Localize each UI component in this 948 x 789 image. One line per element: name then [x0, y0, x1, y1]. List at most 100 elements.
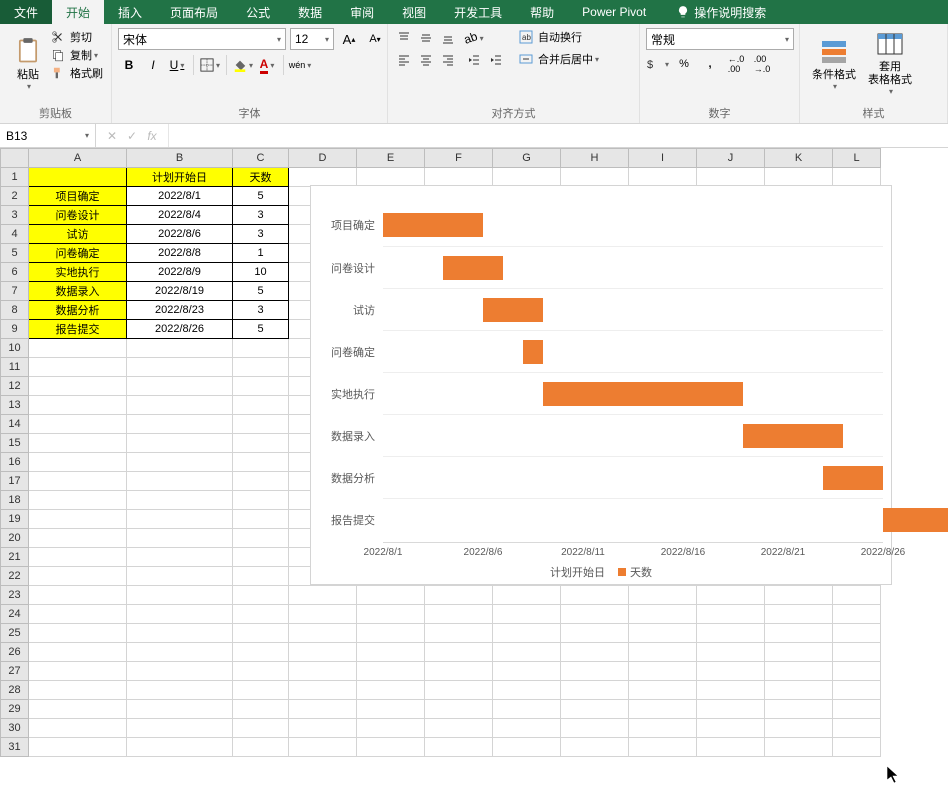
- cell[interactable]: [29, 358, 127, 377]
- cell[interactable]: [289, 643, 357, 662]
- cell[interactable]: [127, 491, 233, 510]
- cell[interactable]: [493, 719, 561, 738]
- cell[interactable]: 试访: [29, 225, 127, 244]
- decrease-font-button[interactable]: A▾: [364, 28, 386, 50]
- paste-button[interactable]: 粘贴 ▾: [6, 28, 50, 98]
- cancel-formula-button[interactable]: ✕: [102, 129, 122, 143]
- cell[interactable]: [765, 681, 833, 700]
- cell[interactable]: [289, 700, 357, 719]
- cell[interactable]: [629, 681, 697, 700]
- cell[interactable]: [127, 738, 233, 757]
- cell[interactable]: [127, 662, 233, 681]
- cell[interactable]: [833, 586, 881, 605]
- font-size-select[interactable]: 12▾: [290, 28, 334, 50]
- column-header[interactable]: E: [357, 149, 425, 168]
- cell[interactable]: [493, 586, 561, 605]
- cell[interactable]: 2022/8/26: [127, 320, 233, 339]
- cell[interactable]: [127, 358, 233, 377]
- row-header[interactable]: 11: [1, 358, 29, 377]
- cell[interactable]: [29, 624, 127, 643]
- cell[interactable]: [233, 377, 289, 396]
- column-header[interactable]: C: [233, 149, 289, 168]
- column-header[interactable]: I: [629, 149, 697, 168]
- cell[interactable]: 2022/8/23: [127, 301, 233, 320]
- cell[interactable]: 问卷确定: [29, 244, 127, 263]
- cell[interactable]: [357, 700, 425, 719]
- column-header[interactable]: F: [425, 149, 493, 168]
- column-header[interactable]: D: [289, 149, 357, 168]
- cell[interactable]: [233, 415, 289, 434]
- cell[interactable]: [833, 624, 881, 643]
- increase-font-button[interactable]: A▴: [338, 28, 360, 50]
- align-right-button[interactable]: [438, 50, 458, 70]
- row-header[interactable]: 14: [1, 415, 29, 434]
- cell[interactable]: [357, 605, 425, 624]
- cell[interactable]: [29, 510, 127, 529]
- cell[interactable]: [629, 624, 697, 643]
- cell[interactable]: [127, 339, 233, 358]
- cell[interactable]: [233, 567, 289, 586]
- tell-me-search[interactable]: 操作说明搜索: [660, 4, 774, 21]
- cell[interactable]: 计划开始日: [127, 168, 233, 187]
- cell[interactable]: [233, 700, 289, 719]
- format-as-table-button[interactable]: 套用 表格格式▾: [862, 28, 918, 98]
- cell[interactable]: [233, 434, 289, 453]
- cell[interactable]: [289, 738, 357, 757]
- column-header[interactable]: A: [29, 149, 127, 168]
- cell[interactable]: [127, 453, 233, 472]
- row-header[interactable]: 15: [1, 434, 29, 453]
- align-bottom-button[interactable]: [438, 28, 458, 48]
- cell[interactable]: [233, 472, 289, 491]
- chart-bar[interactable]: [523, 340, 543, 364]
- cell[interactable]: [425, 738, 493, 757]
- cell[interactable]: 天数: [233, 168, 289, 187]
- row-header[interactable]: 9: [1, 320, 29, 339]
- cell[interactable]: [833, 738, 881, 757]
- cell[interactable]: [233, 643, 289, 662]
- bold-button[interactable]: B: [118, 54, 140, 76]
- wrap-text-button[interactable]: ab自动换行: [518, 28, 599, 46]
- cell[interactable]: [561, 681, 629, 700]
- cell[interactable]: [127, 472, 233, 491]
- cell[interactable]: [29, 662, 127, 681]
- row-header[interactable]: 4: [1, 225, 29, 244]
- row-header[interactable]: 10: [1, 339, 29, 358]
- cell[interactable]: [29, 472, 127, 491]
- menu-view[interactable]: 视图: [388, 0, 440, 24]
- cell[interactable]: [425, 624, 493, 643]
- cell[interactable]: 2022/8/9: [127, 263, 233, 282]
- cell[interactable]: 5: [233, 320, 289, 339]
- cell[interactable]: [289, 719, 357, 738]
- menu-powerpivot[interactable]: Power Pivot: [568, 0, 660, 24]
- cell[interactable]: [233, 339, 289, 358]
- row-header[interactable]: 16: [1, 453, 29, 472]
- chart-bar[interactable]: [543, 382, 743, 406]
- cell[interactable]: [697, 681, 765, 700]
- menu-help[interactable]: 帮助: [516, 0, 568, 24]
- row-header[interactable]: 17: [1, 472, 29, 491]
- cell[interactable]: [29, 377, 127, 396]
- cell[interactable]: 2022/8/4: [127, 206, 233, 225]
- cell[interactable]: [127, 529, 233, 548]
- spreadsheet-grid[interactable]: ABCDEFGHIJKL1计划开始日天数2项目确定2022/8/153问卷设计2…: [0, 148, 948, 757]
- font-color-button[interactable]: A▾: [256, 54, 278, 76]
- cell[interactable]: [233, 529, 289, 548]
- cell[interactable]: [29, 396, 127, 415]
- align-left-button[interactable]: [394, 50, 414, 70]
- underline-button[interactable]: U▾: [166, 54, 188, 76]
- cell[interactable]: [127, 434, 233, 453]
- column-header[interactable]: H: [561, 149, 629, 168]
- cell[interactable]: [765, 605, 833, 624]
- row-header[interactable]: 24: [1, 605, 29, 624]
- cell[interactable]: 数据分析: [29, 301, 127, 320]
- cell[interactable]: [233, 453, 289, 472]
- cell[interactable]: [127, 624, 233, 643]
- cell[interactable]: [127, 396, 233, 415]
- cell[interactable]: [697, 700, 765, 719]
- cell[interactable]: 问卷设计: [29, 206, 127, 225]
- menu-formulas[interactable]: 公式: [232, 0, 284, 24]
- cell[interactable]: [29, 491, 127, 510]
- cell[interactable]: 项目确定: [29, 187, 127, 206]
- cell[interactable]: [765, 168, 833, 187]
- cell[interactable]: [29, 453, 127, 472]
